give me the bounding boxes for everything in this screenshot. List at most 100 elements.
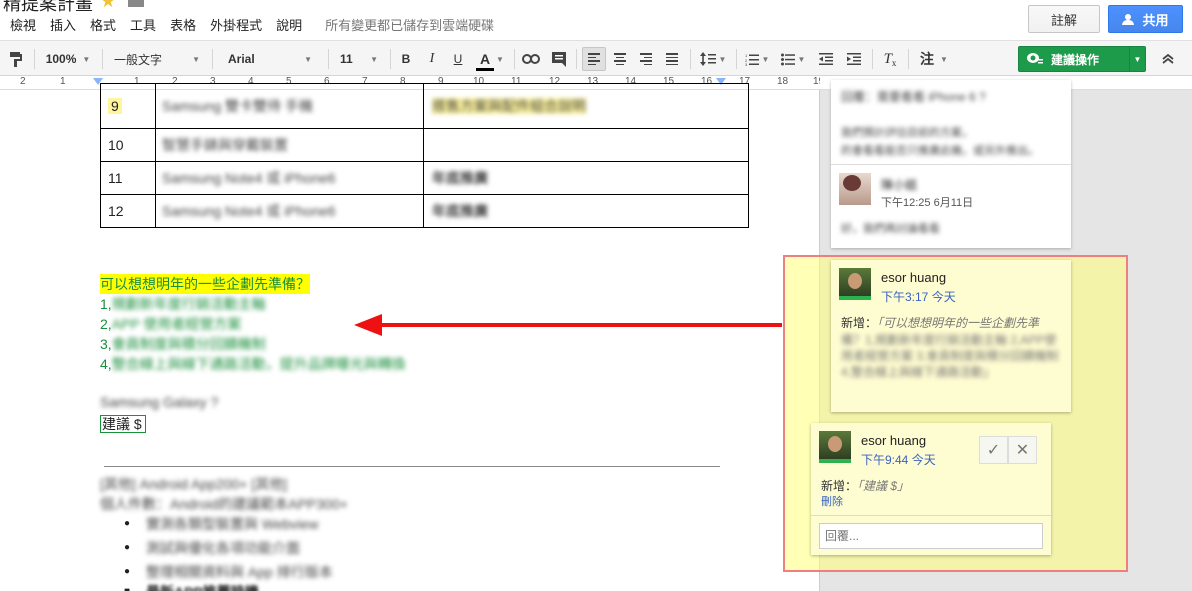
star-icon[interactable]: ★ <box>100 0 116 12</box>
chevron-down-icon[interactable]: ▼ <box>1129 47 1145 71</box>
avatar[interactable] <box>839 173 871 205</box>
list-item[interactable]: 4,整合線上與線下通路活動，提升品牌曝光與轉換 <box>100 354 406 374</box>
suggested-question[interactable]: 可以想想明年的一些企劃先準備？ <box>100 274 310 294</box>
table-cell[interactable] <box>423 128 749 162</box>
table-cell[interactable]: 11 <box>100 161 156 195</box>
table-cell[interactable]: Samsung Note4 或 iPhone6 <box>155 161 424 195</box>
table-row: 11 Samsung Note4 或 iPhone6 年底推廣 <box>100 161 749 195</box>
comment-text: 好，我們再討論看看 <box>841 223 940 235</box>
table-cell[interactable]: 9 <box>100 83 156 129</box>
text-color-icon: A <box>476 51 495 71</box>
table-cell[interactable]: 年底推廣 <box>423 194 749 228</box>
save-status[interactable]: 所有變更都已儲存到雲端硬碟 <box>325 15 494 34</box>
comment-text: 我們預計評估目前的方案， <box>841 127 973 139</box>
ruler-tick: 1 <box>60 76 66 87</box>
ruler-tick: 2 <box>20 76 26 87</box>
bulleted-list-icon[interactable]: ▼ <box>778 47 808 71</box>
section-subtitle[interactable]: 個人件數：Android的建議範本APP300+ <box>100 494 348 514</box>
link-icon[interactable] <box>520 47 542 71</box>
bullet-icon: ■ <box>124 586 130 591</box>
align-justify-icon[interactable] <box>660 47 684 71</box>
chevron-down-icon: ▼ <box>304 54 312 64</box>
folder-icon[interactable] <box>128 0 144 7</box>
style-value: 一般文字 <box>114 52 163 67</box>
table-cell[interactable]: 年底推廣 <box>423 161 749 195</box>
comment-text: 回覆：需要看看 iPhone 6 ? <box>841 90 986 104</box>
table-cell[interactable]: Samsung Note4 或 iPhone6 <box>155 194 424 228</box>
avatar[interactable] <box>819 431 851 463</box>
suggestion-card-1[interactable]: esor huang 下午3:17 今天 新增：「可以想想明年的一些企劃先準 備… <box>831 260 1071 412</box>
suggested-text[interactable]: 建議 $ <box>100 414 146 434</box>
menu-tools[interactable]: 工具 <box>123 15 163 34</box>
decrease-indent-icon[interactable] <box>814 47 838 71</box>
list-item[interactable]: 1,規劃新年度行銷活動主軸 <box>100 294 266 314</box>
suggestion-card-2[interactable]: esor huang 下午9:44 今天 ✓ ✕ 新增：「建議 $」 刪除 <box>811 423 1051 555</box>
comment-thread-top[interactable]: 回覆：需要看看 iPhone 6 ? 我們預計評估目前的方案， 的會看看能否只推… <box>831 80 1071 248</box>
line-spacing-icon[interactable]: ▼ <box>696 47 730 71</box>
annotation-arrow <box>378 323 782 327</box>
list-item[interactable]: 2,APP 使用者經營方案 <box>100 314 241 334</box>
menu-insert[interactable]: 插入 <box>43 15 83 34</box>
chevron-down-icon: ▼ <box>192 54 200 64</box>
list-item[interactable]: 實測各類型裝置與 Webview <box>146 514 318 534</box>
table-cell[interactable]: 12 <box>100 194 156 228</box>
reply-input[interactable] <box>819 523 1043 549</box>
font-value: Arial <box>228 52 255 66</box>
comments-button[interactable]: 註解 <box>1028 5 1100 33</box>
clear-formatting-icon[interactable]: Tx <box>878 47 902 71</box>
menu-addons[interactable]: 外掛程式 <box>203 15 269 34</box>
comment-time[interactable]: 下午9:44 今天 <box>861 451 936 468</box>
table-cell[interactable]: Samsung 雙卡雙待 手機 <box>155 83 424 129</box>
share-label: 共用 <box>1142 12 1169 28</box>
suggest-mode-button[interactable]: 建議操作 ▼ <box>1018 46 1146 72</box>
bullet-icon: ● <box>124 542 131 553</box>
bullet-icon: ● <box>124 566 131 577</box>
style-select[interactable]: 一般文字 ▼ <box>108 47 206 71</box>
paint-format-icon[interactable] <box>4 47 28 71</box>
text-color-button[interactable]: A ▼ <box>474 47 506 71</box>
menu-help[interactable]: 說明 <box>269 15 309 34</box>
italic-button[interactable]: I <box>422 47 442 71</box>
comment-icon[interactable] <box>548 47 570 71</box>
collapse-icon[interactable] <box>1156 47 1180 71</box>
align-left-icon[interactable] <box>582 47 606 71</box>
menu-format[interactable]: 格式 <box>83 15 123 34</box>
align-center-icon[interactable] <box>608 47 632 71</box>
list-item[interactable]: 測試與優化各項功能介面 <box>146 538 300 558</box>
list-item[interactable]: 3,會員制度與積分回饋機制 <box>100 334 266 354</box>
align-right-icon[interactable] <box>634 47 658 71</box>
horizontal-rule <box>104 466 720 467</box>
reject-suggestion-button[interactable]: ✕ <box>1008 436 1037 464</box>
document-page[interactable]: 9 Samsung 雙卡雙待 手機 搭售方案與配件組合說明 10 智慧手錶與穿戴… <box>0 83 820 591</box>
svg-text:3: 3 <box>745 62 748 66</box>
section-title[interactable]: [其他] Android App200+ [其他] <box>100 474 287 494</box>
annotation-arrow-head <box>354 314 382 336</box>
list-item[interactable]: 最新APP推薦時機 <box>146 582 259 591</box>
comment-text: 的會看看能否只推廣此機，或另外推出。 <box>841 145 1039 157</box>
accept-suggestion-button[interactable]: ✓ <box>979 436 1008 464</box>
increase-indent-icon[interactable] <box>842 47 866 71</box>
notes-button[interactable]: 注 ▼ <box>914 47 954 71</box>
toolbar: 100% ▼ 一般文字 ▼ Arial ▼ 11 ▼ B I U A ▼ ▼ 1… <box>0 40 1192 76</box>
zoom-select[interactable]: 100% ▼ <box>40 47 96 71</box>
list-item[interactable]: 整理相關資料與 App 排行版本 <box>146 562 333 582</box>
suggest-icon <box>1027 53 1043 64</box>
table-row: 12 Samsung Note4 或 iPhone6 年底推廣 <box>100 194 749 228</box>
table-cell[interactable]: 搭售方案與配件組合說明 <box>423 83 749 129</box>
galaxy-line[interactable]: Samsung Galaxy ? <box>100 394 218 410</box>
menu-view[interactable]: 檢視 <box>0 15 43 34</box>
avatar[interactable] <box>839 268 871 300</box>
comment-time[interactable]: 下午12:25 6月11日 <box>881 194 973 210</box>
underline-button[interactable]: U <box>448 47 468 71</box>
numbered-list-icon[interactable]: 1 2 3 ▼ <box>742 47 772 71</box>
font-select[interactable]: Arial ▼ <box>218 47 322 71</box>
bold-button[interactable]: B <box>396 47 416 71</box>
comment-time[interactable]: 下午3:17 今天 <box>881 288 956 305</box>
table-cell[interactable]: 10 <box>100 128 156 162</box>
font-size-value: 11 <box>340 52 353 66</box>
font-size-select[interactable]: 11 ▼ <box>334 47 384 71</box>
chevron-down-icon: ▼ <box>940 54 948 64</box>
menu-table[interactable]: 表格 <box>163 15 203 34</box>
share-button[interactable]: 共用 <box>1108 5 1183 33</box>
table-cell[interactable]: 智慧手錶與穿戴裝置 <box>155 128 424 162</box>
